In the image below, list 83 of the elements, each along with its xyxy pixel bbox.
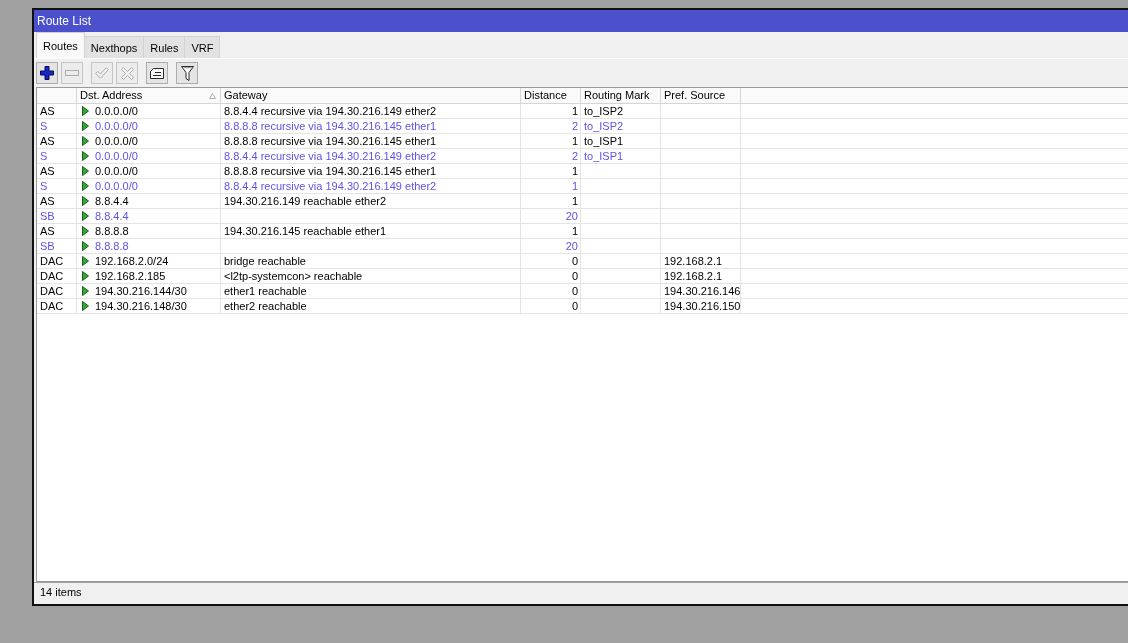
column-header[interactable]: Pref. Source xyxy=(661,88,741,104)
table-cell: to_ISP2 xyxy=(581,119,661,134)
tab[interactable]: Rules xyxy=(143,36,186,58)
table-cell: 8.8.4.4 recursive via 194.30.216.149 ether2 xyxy=(221,149,521,164)
table-cell: DAC xyxy=(37,254,77,269)
table-cell: 0.0.0.0/0 xyxy=(95,164,138,178)
table-cell: 0 xyxy=(521,284,581,299)
filter-icon xyxy=(180,65,194,81)
tab[interactable]: VRF xyxy=(184,36,221,58)
table-cell: S xyxy=(37,119,77,134)
table-cell: 0 xyxy=(521,254,581,269)
table-cell: 192.168.2.0/24 xyxy=(95,254,169,268)
note-icon xyxy=(150,67,164,79)
table-cell: 194.30.216.148/30 xyxy=(95,299,187,313)
table-cell: 20 xyxy=(521,209,581,224)
table-cell: 0.0.0.0/0 xyxy=(95,104,138,118)
table-cell: DAC xyxy=(37,284,77,299)
table-cell: 0.0.0.0/0 xyxy=(95,149,138,163)
table-cell: 8.8.4.4 xyxy=(95,209,129,223)
table-cell: SB xyxy=(37,239,77,254)
table-cell: 194.30.216.144/30 xyxy=(95,284,187,298)
table-cell: 1 xyxy=(521,164,581,179)
table-cell: 194.30.216.150 xyxy=(661,299,741,314)
table-cell: 194.30.216.145 reachable ether1 xyxy=(221,224,521,239)
table-cell: to_ISP2 xyxy=(581,104,661,119)
table-cell: 0 xyxy=(521,299,581,314)
column-header[interactable]: Routing Mark xyxy=(581,88,661,104)
table-cell: 8.8.4.4 recursive via 194.30.216.149 ether2 xyxy=(221,104,521,119)
table-cell: 8.8.8.8 recursive via 194.30.216.145 ether1 xyxy=(221,164,521,179)
table-cell: ether1 reachable xyxy=(221,284,521,299)
table-cell: 1 xyxy=(521,134,581,149)
check-icon xyxy=(95,67,109,79)
item-count: 14 items xyxy=(40,586,82,598)
table-cell: 0 xyxy=(521,269,581,284)
table-cell: 192.168.2.1 xyxy=(661,269,741,284)
table-cell: 194.30.216.146 xyxy=(661,284,741,299)
filter-button[interactable] xyxy=(176,62,198,84)
column-header[interactable]: Distance xyxy=(521,88,581,104)
table-cell: AS xyxy=(37,104,77,119)
column-header[interactable]: Gateway xyxy=(221,88,521,104)
table-cell: 8.8.8.8 recursive via 194.30.216.145 ether1 xyxy=(221,134,521,149)
add-button[interactable] xyxy=(36,62,58,84)
tab[interactable]: Nexthops xyxy=(83,36,145,58)
cross-icon xyxy=(120,66,134,80)
table-cell: 20 xyxy=(521,239,581,254)
comment-button[interactable] xyxy=(146,62,168,84)
table-cell: 1 xyxy=(521,104,581,119)
table-cell: 192.168.2.1 xyxy=(661,254,741,269)
table-cell: 2 xyxy=(521,149,581,164)
table-cell: 192.168.2.185 xyxy=(95,269,166,283)
table-cell: 0.0.0.0/0 xyxy=(95,134,138,148)
table-cell: S xyxy=(37,149,77,164)
table-cell: 0.0.0.0/0 xyxy=(95,179,138,193)
table-cell: ether2 reachable xyxy=(221,299,521,314)
window-title: Route List xyxy=(37,14,92,28)
sort-icon xyxy=(209,92,216,99)
table-cell: to_ISP1 xyxy=(581,149,661,164)
table-cell: DAC xyxy=(37,299,77,314)
table-cell: 8.8.8.8 recursive via 194.30.216.145 ether1 xyxy=(221,119,521,134)
minus-icon xyxy=(65,70,79,76)
table-cell: 8.8.8.8 xyxy=(95,224,129,238)
table-cell: 8.8.4.4 recursive via 194.30.216.149 ether2 xyxy=(221,179,521,194)
table-cell: AS xyxy=(37,164,77,179)
tab[interactable]: Routes xyxy=(36,32,85,58)
table-cell: 1 xyxy=(521,224,581,239)
table-cell: AS xyxy=(37,194,77,209)
table-cell: bridge reachable xyxy=(221,254,521,269)
table-cell: AS xyxy=(37,134,77,149)
table-cell: 8.8.4.4 xyxy=(95,194,129,208)
column-header[interactable]: Dst. Address xyxy=(77,88,221,104)
table-cell: 0.0.0.0/0 xyxy=(95,119,138,133)
table-cell: AS xyxy=(37,224,77,239)
table-cell: 1 xyxy=(521,194,581,209)
table-cell: DAC xyxy=(37,269,77,284)
table-cell: 1 xyxy=(521,179,581,194)
table-cell: to_ISP1 xyxy=(581,134,661,149)
table-cell: 194.30.216.149 reachable ether2 xyxy=(221,194,521,209)
table-cell: 8.8.8.8 xyxy=(95,239,129,253)
plus-icon xyxy=(40,66,54,80)
table-cell: SB xyxy=(37,209,77,224)
table-cell: 2 xyxy=(521,119,581,134)
table-cell: <l2tp-systemcon> reachable xyxy=(221,269,521,284)
table-cell: S xyxy=(37,179,77,194)
